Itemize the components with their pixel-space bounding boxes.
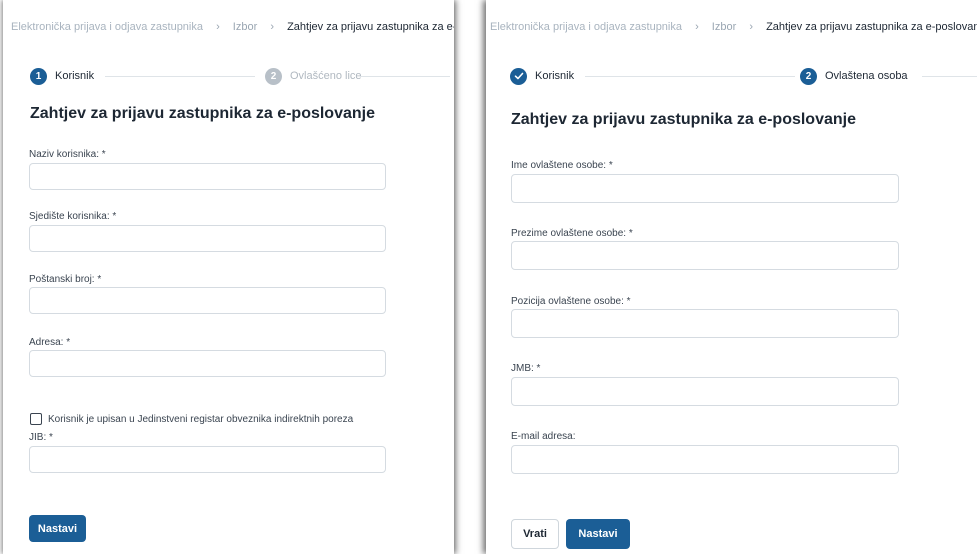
step-label: Ovlaštena osoba <box>825 70 908 82</box>
sjediste-korisnika-input[interactable] <box>29 225 386 252</box>
field-label: Naziv korisnika: * <box>29 149 106 160</box>
field-label: Adresa: * <box>29 337 71 348</box>
step-label: Ovlašćeno lice <box>290 70 362 82</box>
jmb-input[interactable] <box>511 377 899 406</box>
step-ovlastena-osoba: 2 Ovlaštena osoba <box>800 66 908 86</box>
nastavi-button[interactable]: Nastavi <box>566 519 630 549</box>
field-label: Prezime ovlaštene osobe: * <box>511 228 633 239</box>
step-ovlasceno-lice: 2 Ovlašćeno lice <box>265 66 362 86</box>
field-label: Poštanski broj: * <box>29 274 102 285</box>
step-korisnik: Korisnik <box>510 66 574 86</box>
pozicija-ovlastene-osobe-input[interactable] <box>511 309 899 338</box>
ime-ovlastene-osobe-input[interactable] <box>511 174 899 203</box>
stepper: Korisnik 2 Ovlaštena osoba <box>510 66 977 86</box>
naziv-korisnika-input[interactable] <box>29 163 386 190</box>
step-number: 2 <box>265 67 282 85</box>
step-connector <box>360 76 450 77</box>
prezime-ovlastene-osobe-input[interactable] <box>511 241 899 270</box>
field-label: E-mail adresa: <box>511 431 576 442</box>
chevron-right-icon: › <box>270 21 274 34</box>
field-label: JIB: * <box>29 432 53 443</box>
checkbox-label: Korisnik je upisan u Jedinstveni regista… <box>48 413 354 425</box>
email-adresa-input[interactable] <box>511 445 899 474</box>
breadcrumb-item-current: Zahtjev za prijavu zastupnika za e-poslo… <box>766 21 977 34</box>
breadcrumb-item-current: Zahtjev za prijavu zastupnika za e-poslo… <box>287 21 454 34</box>
breadcrumb-item-root[interactable]: Elektronička prijava i odjava zastupnika <box>490 21 682 33</box>
chevron-right-icon: › <box>749 21 753 34</box>
chevron-right-icon: › <box>216 21 220 34</box>
stepper: 1 Korisnik 2 Ovlašćeno lice <box>30 66 450 86</box>
right-form-panel: Elektronička prijava i odjava zastupnika… <box>486 0 977 554</box>
step-label: Korisnik <box>55 70 95 82</box>
jedinstveni-registar-checkbox-row[interactable]: Korisnik je upisan u Jedinstveni regista… <box>30 413 353 425</box>
step-connector <box>105 76 255 77</box>
postanski-broj-input[interactable] <box>29 287 386 314</box>
step-korisnik: 1 Korisnik <box>30 66 94 86</box>
step-number: 1 <box>30 67 47 85</box>
breadcrumb-item-izbor[interactable]: Izbor <box>233 21 257 33</box>
field-label: Ime ovlaštene osobe: * <box>511 160 613 171</box>
step-connector <box>585 76 795 77</box>
field-label: Sjedište korisnika: * <box>29 211 117 222</box>
jib-input[interactable] <box>29 446 386 473</box>
check-icon <box>510 67 527 85</box>
chevron-right-icon: › <box>695 21 699 34</box>
left-form-panel: Elektronička prijava i odjava zastupnika… <box>3 0 454 554</box>
step-number: 2 <box>800 67 817 85</box>
adresa-input[interactable] <box>29 350 386 377</box>
breadcrumb-item-root[interactable]: Elektronička prijava i odjava zastupnika <box>11 21 203 33</box>
breadcrumb: Elektronička prijava i odjava zastupnika… <box>11 21 454 33</box>
field-label: Pozicija ovlaštene osobe: * <box>511 296 631 307</box>
page-title: Zahtjev za prijavu zastupnika za e-poslo… <box>30 105 375 122</box>
step-connector <box>922 76 977 77</box>
vrati-button[interactable]: Vrati <box>511 519 559 549</box>
jedinstveni-registar-checkbox[interactable] <box>30 413 42 425</box>
breadcrumb-item-izbor[interactable]: Izbor <box>712 21 736 33</box>
field-label: JMB: * <box>511 363 541 374</box>
nastavi-button[interactable]: Nastavi <box>29 515 86 542</box>
breadcrumb: Elektronička prijava i odjava zastupnika… <box>490 21 977 33</box>
step-label: Korisnik <box>535 70 575 82</box>
page-title: Zahtjev za prijavu zastupnika za e-poslo… <box>511 111 856 128</box>
